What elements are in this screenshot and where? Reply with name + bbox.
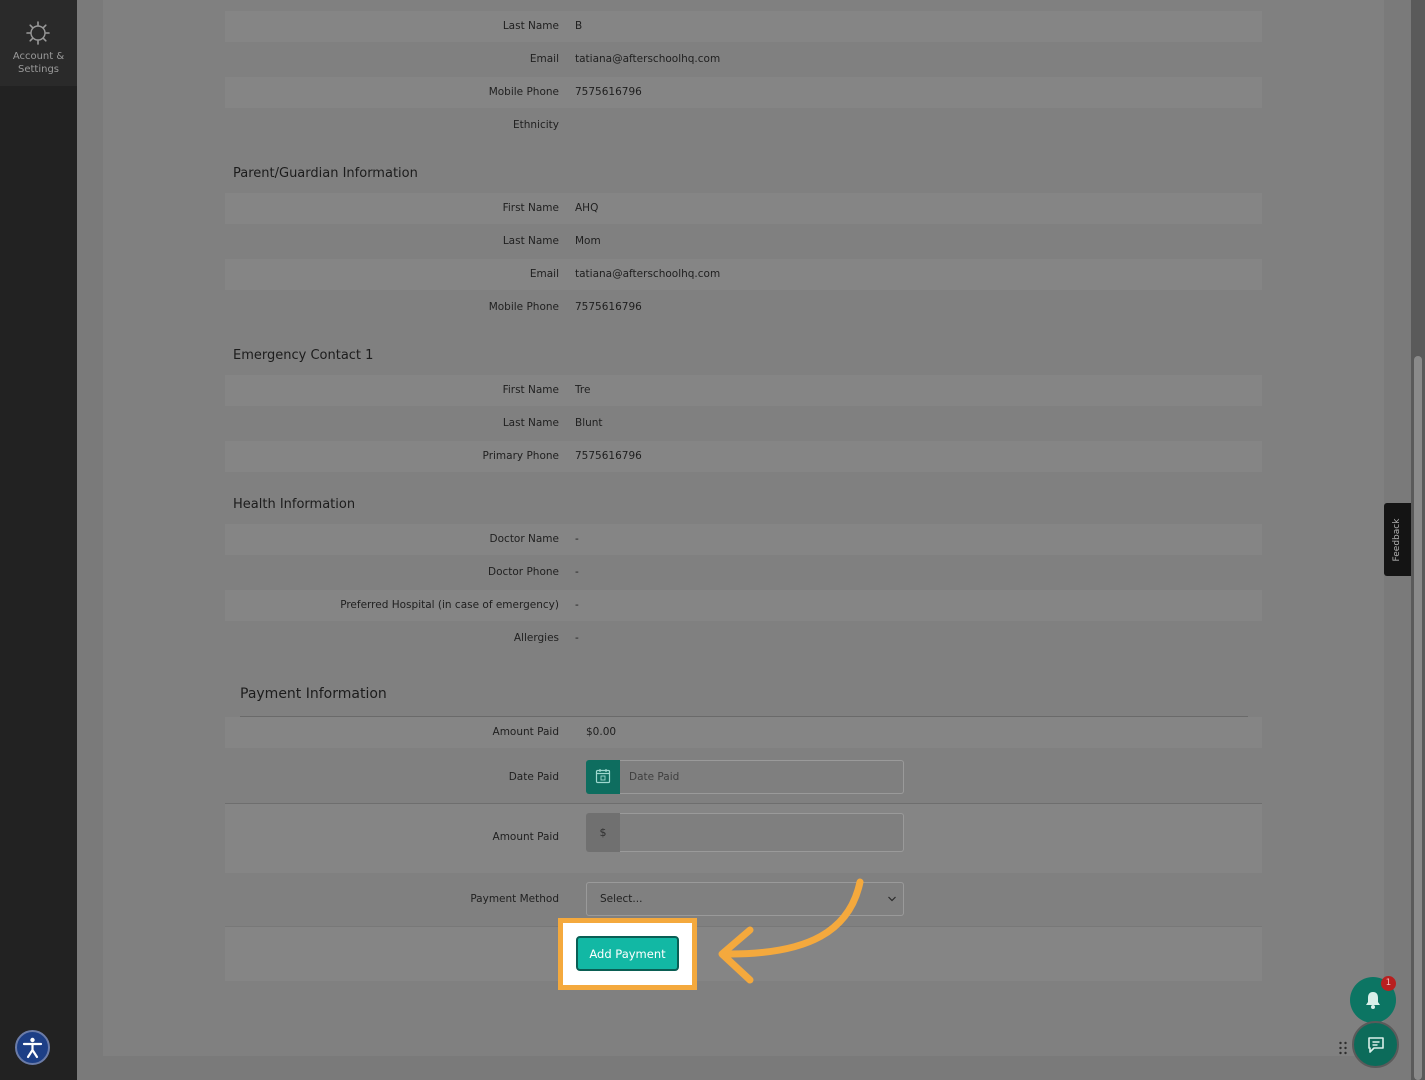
sidebar-item-account-settings[interactable]: Account & Settings	[0, 0, 77, 86]
field-label: Ethnicity	[513, 119, 559, 131]
field-value: AHQ	[575, 202, 599, 214]
select-value: Select...	[600, 893, 643, 905]
drag-handle-icon[interactable]	[1338, 1040, 1348, 1056]
feedback-tab[interactable]: Feedback	[1384, 503, 1411, 576]
field-value: 7575616796	[575, 301, 642, 313]
info-row: Primary Phone 7575616796	[225, 441, 1262, 472]
field-label: Amount Paid	[492, 831, 559, 843]
chat-button[interactable]	[1352, 1021, 1399, 1068]
field-label: Allergies	[513, 632, 559, 644]
info-row: Allergies -	[225, 623, 1262, 654]
chat-icon	[1368, 1037, 1384, 1053]
field-value: -	[575, 533, 579, 545]
field-value: tatiana@afterschoolhq.com	[575, 268, 721, 280]
chevron-down-icon	[888, 896, 896, 902]
field-value: 7575616796	[575, 86, 642, 98]
info-row: Doctor Name -	[225, 524, 1262, 555]
field-value: tatiana@afterschoolhq.com	[575, 53, 721, 65]
field-label: Date Paid	[508, 771, 559, 783]
field-value: -	[575, 599, 579, 611]
field-value: Tre	[575, 384, 591, 396]
field-label: Last Name	[502, 417, 559, 429]
gear-icon	[26, 21, 50, 45]
field-label: Last Name	[502, 235, 559, 247]
sidebar: Account & Settings	[0, 0, 77, 1080]
field-label: Primary Phone	[482, 450, 559, 462]
info-row: Mobile Phone 7575616796	[225, 77, 1262, 108]
field-value: Mom	[575, 235, 601, 247]
section-title-parent: Parent/Guardian Information	[233, 166, 418, 181]
info-row: Last Name B	[225, 11, 1262, 42]
notification-badge: 1	[1381, 976, 1396, 991]
info-row: Email tatiana@afterschoolhq.com	[225, 44, 1262, 75]
info-row: Doctor Phone -	[225, 557, 1262, 588]
info-row: Amount Paid $0.00	[225, 717, 1262, 748]
field-label: Doctor Name	[489, 533, 559, 545]
field-label: Email	[529, 268, 559, 280]
field-label: Mobile Phone	[488, 301, 559, 313]
amount-paid-value: $0.00	[586, 726, 617, 738]
feedback-label: Feedback	[1392, 518, 1402, 562]
field-label: Preferred Hospital (in case of emergency…	[340, 599, 559, 611]
field-label: Payment Method	[470, 893, 559, 905]
sidebar-item-label: Account & Settings	[12, 51, 65, 75]
section-title-payment: Payment Information	[240, 686, 387, 702]
arrow-annotation	[718, 878, 864, 984]
accessibility-button[interactable]	[15, 1030, 50, 1065]
field-label: Mobile Phone	[488, 86, 559, 98]
info-row: First Name AHQ	[225, 193, 1262, 224]
date-paid-field	[586, 760, 904, 794]
field-value: B	[575, 20, 583, 32]
info-row: Ethnicity	[225, 110, 1262, 141]
amount-input[interactable]	[620, 813, 904, 852]
info-row: Last Name Blunt	[225, 408, 1262, 439]
field-value: -	[575, 566, 579, 578]
section-title-emergency: Emergency Contact 1	[233, 348, 374, 363]
bell-icon	[1366, 992, 1380, 1009]
date-paid-input[interactable]	[620, 760, 904, 794]
calendar-button[interactable]	[586, 760, 620, 794]
field-label: Email	[529, 53, 559, 65]
info-row: Email tatiana@afterschoolhq.com	[225, 259, 1262, 290]
add-payment-button[interactable]: Add Payment	[576, 936, 679, 971]
info-row: First Name Tre	[225, 375, 1262, 406]
accessibility-icon	[22, 1037, 43, 1059]
field-label: First Name	[502, 384, 559, 396]
field-value: -	[575, 632, 579, 644]
scrollbar-thumb[interactable]	[1414, 356, 1422, 1080]
amount-field: $	[586, 813, 904, 852]
field-value: 7575616796	[575, 450, 642, 462]
field-label: First Name	[502, 202, 559, 214]
currency-addon: $	[586, 813, 620, 852]
info-row: Preferred Hospital (in case of emergency…	[225, 590, 1262, 621]
field-label: Amount Paid	[492, 726, 559, 738]
info-row: Mobile Phone 7575616796	[225, 292, 1262, 323]
field-label: Last Name	[502, 20, 559, 32]
info-row: Last Name Mom	[225, 226, 1262, 257]
field-value: Blunt	[575, 417, 603, 429]
section-title-health: Health Information	[233, 497, 356, 512]
field-label: Doctor Phone	[487, 566, 559, 578]
calendar-icon	[595, 769, 611, 784]
